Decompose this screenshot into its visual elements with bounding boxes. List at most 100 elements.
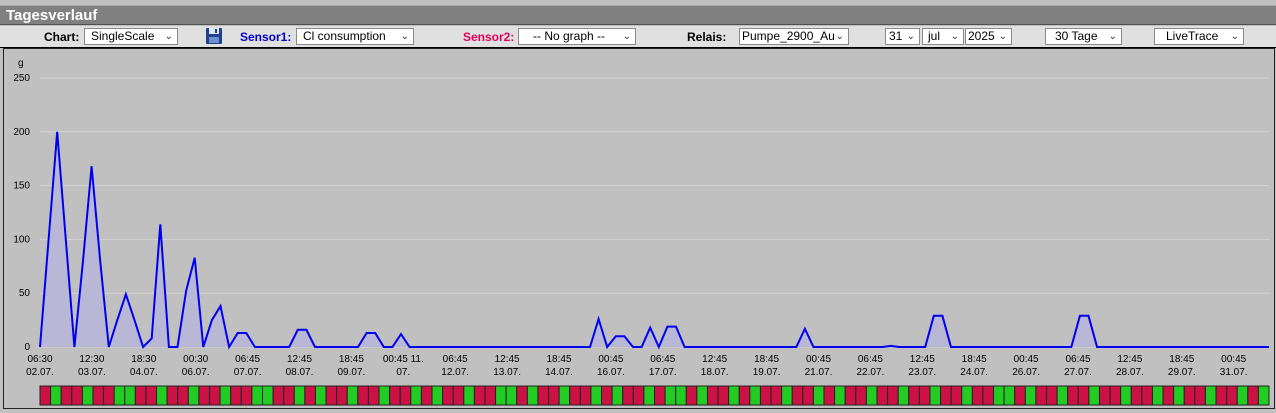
relay-state-cell bbox=[1236, 385, 1249, 406]
relay-state-cell bbox=[81, 385, 94, 406]
relay-state-cell bbox=[876, 385, 889, 406]
chart-panel: g 0 50 100 150 200 250 06:30 02.07. 12:30 03.07. 1… bbox=[3, 48, 1275, 409]
relay-state-cell bbox=[1215, 385, 1228, 406]
day-select[interactable]: 31 ⌄ bbox=[885, 28, 920, 45]
range-select[interactable]: 30 Tage ⌄ bbox=[1045, 28, 1122, 45]
chart-mode-value: SingleScale bbox=[91, 29, 155, 43]
relay-state-cell bbox=[240, 385, 253, 406]
relay-state-cell bbox=[505, 385, 518, 406]
relay-state-cell bbox=[113, 385, 126, 406]
relay-state-cell bbox=[1098, 385, 1111, 406]
relay-state-cell bbox=[1056, 385, 1069, 406]
x-tick-time: 00:45 bbox=[598, 354, 623, 365]
x-tick-time: 00:45 bbox=[1221, 354, 1246, 365]
relay-state-cell bbox=[378, 385, 391, 406]
chevron-down-icon: ⌄ bbox=[950, 31, 959, 42]
consumption-chart: g 0 50 100 150 200 250 06:30 02.07. 12:30 03.07. 1… bbox=[13, 58, 1270, 406]
y-tick-label: 0 bbox=[24, 342, 30, 353]
relay-state-cell bbox=[187, 385, 200, 406]
relay-state-cell bbox=[823, 385, 836, 406]
relay-state-cell bbox=[749, 385, 761, 406]
x-tick-time: 00:45 11. bbox=[383, 354, 424, 365]
x-tick-date: 27.07. bbox=[1064, 367, 1092, 378]
relay-state-cell bbox=[442, 385, 454, 406]
relay-state-cell bbox=[622, 385, 634, 406]
relay-state-cell bbox=[1003, 385, 1016, 406]
x-tick-time: 18:45 bbox=[754, 354, 779, 365]
relay-state-cell bbox=[982, 385, 995, 406]
relais-label: Relais: bbox=[687, 30, 727, 44]
relay-state-cell bbox=[1247, 385, 1259, 406]
chart-label: Chart: bbox=[44, 30, 80, 44]
relay-state-cell bbox=[473, 385, 486, 406]
month-select[interactable]: jul ⌄ bbox=[922, 28, 964, 45]
chevron-down-icon: ⌄ bbox=[906, 31, 915, 42]
relay-state-cell bbox=[336, 385, 348, 406]
mode-select[interactable]: LiveTrace ⌄ bbox=[1154, 28, 1244, 45]
floppy-save-icon[interactable] bbox=[205, 27, 223, 48]
relay-state-cell bbox=[209, 385, 221, 406]
relay-state-cell bbox=[664, 385, 677, 406]
relay-state-cell bbox=[410, 385, 422, 406]
relay-state-cell bbox=[1077, 385, 1090, 406]
relay-state-cell bbox=[1151, 385, 1164, 406]
y-tick-label: 50 bbox=[19, 288, 31, 299]
x-tick-date: 23.07. bbox=[908, 367, 936, 378]
relay-state-cell bbox=[1014, 385, 1026, 406]
relay-state-cell bbox=[283, 385, 295, 406]
relay-state-cell bbox=[812, 385, 825, 406]
x-tick-date: 02.07. bbox=[26, 367, 54, 378]
y-tick-label: 200 bbox=[13, 127, 30, 138]
relay-state-cell bbox=[50, 385, 62, 406]
x-tick-date: 16.07. bbox=[597, 367, 625, 378]
sensor1-select[interactable]: Cl consumption ⌄ bbox=[296, 28, 414, 45]
relay-state-cell bbox=[145, 385, 158, 406]
relay-state-cell bbox=[971, 385, 984, 406]
relay-state-cell bbox=[770, 385, 783, 406]
sensor2-value: -- No graph -- bbox=[533, 29, 606, 43]
relay-state-cell bbox=[558, 385, 571, 406]
relay-state-cell bbox=[1257, 385, 1270, 406]
relay-state-cell bbox=[654, 385, 666, 406]
relay-state-cell bbox=[781, 385, 793, 406]
x-tick-time: 12:45 bbox=[1117, 354, 1142, 365]
x-tick-time: 00:45 bbox=[806, 354, 831, 365]
x-tick-date: 26.07. bbox=[1012, 367, 1040, 378]
relais-select[interactable]: Pumpe_2900_Au ⌄ bbox=[739, 28, 849, 45]
y-axis-unit: g bbox=[18, 58, 24, 69]
relay-state-cell bbox=[717, 385, 730, 406]
relay-state-cell bbox=[1194, 385, 1206, 406]
relay-state-cell bbox=[728, 385, 740, 406]
relay-state-cell bbox=[569, 385, 581, 406]
relay-state-cell bbox=[420, 385, 433, 406]
relay-state-cell bbox=[92, 385, 105, 406]
chevron-down-icon: ⌄ bbox=[164, 31, 173, 42]
relay-state-cell bbox=[346, 385, 359, 406]
relay-state-cell bbox=[1141, 385, 1153, 406]
relay-state-cell bbox=[399, 385, 412, 406]
relay-state-cell bbox=[548, 385, 560, 406]
relay-state-cell bbox=[1183, 385, 1196, 406]
relay-state-cell bbox=[601, 385, 613, 406]
sensor2-select[interactable]: -- No graph -- ⌄ bbox=[518, 28, 636, 45]
relay-state-cell bbox=[1088, 385, 1100, 406]
x-tick-date: 18.07. bbox=[701, 367, 729, 378]
relay-state-cell bbox=[834, 385, 846, 406]
chart-mode-select[interactable]: SingleScale ⌄ bbox=[84, 28, 178, 45]
relay-state-cell bbox=[1046, 385, 1058, 406]
relay-state-cell bbox=[887, 385, 899, 406]
relay-state-cell bbox=[1024, 385, 1037, 406]
relay-state-cell bbox=[526, 385, 539, 406]
x-tick-date: 28.07. bbox=[1116, 367, 1144, 378]
day-value: 31 bbox=[889, 29, 903, 43]
x-tick-time: 18:30 bbox=[131, 354, 156, 365]
relay-state-cell bbox=[590, 385, 603, 406]
sensor2-label: Sensor2: bbox=[463, 30, 515, 44]
relay-state-cell bbox=[611, 385, 624, 406]
relay-state-cell bbox=[865, 385, 878, 406]
relay-state-cell bbox=[166, 385, 179, 406]
x-tick-date: 07. bbox=[396, 367, 410, 378]
year-select[interactable]: 2025 ⌄ bbox=[965, 28, 1012, 45]
x-tick-time: 12:45 bbox=[495, 354, 520, 365]
relay-state-cell bbox=[579, 385, 592, 406]
